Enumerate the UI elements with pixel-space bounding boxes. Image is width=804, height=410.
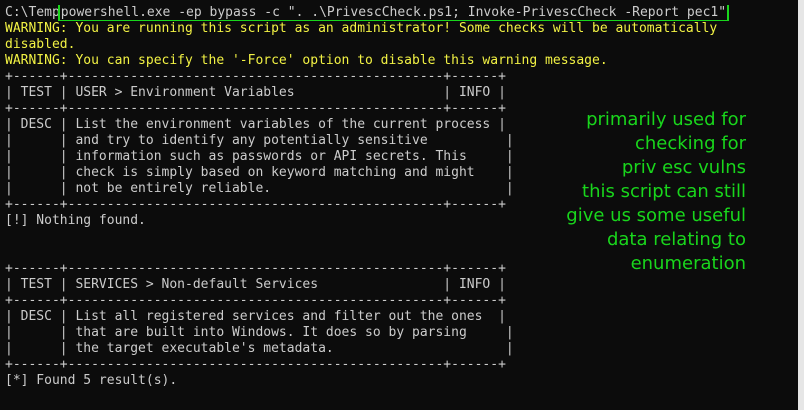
warning-line-1: WARNING: You are running this script as … — [5, 21, 718, 36]
table-header: | TEST | SERVICES > Non-default Services… — [5, 277, 506, 292]
table-desc-line: | DESC | List all registered services an… — [5, 309, 506, 324]
table-desc-line: | | the target executable's metadata. | — [5, 341, 514, 356]
scrollbar[interactable] — [798, 0, 804, 410]
table-border: +------+--------------------------------… — [5, 293, 506, 308]
command-text[interactable]: powershell.exe -ep bypass -c ". .\Prives… — [57, 5, 730, 21]
table-border: +------+--------------------------------… — [5, 357, 506, 372]
table-border: +------+--------------------------------… — [5, 69, 506, 84]
warning-line-3: WARNING: You can specify the '-Force' op… — [5, 53, 608, 68]
annotation-note: primarily used for checking for priv esc… — [566, 109, 746, 274]
table-desc-line: | | that are built into Windows. It does… — [5, 325, 514, 340]
command-content: powershell.exe -ep bypass -c ". .\Prives… — [60, 5, 727, 20]
command-line: C:\Temppowershell.exe -ep bypass -c ". .… — [5, 5, 795, 21]
result-line: [*] Found 5 result(s). — [5, 373, 178, 388]
table-header: | TEST | USER > Environment Variables | … — [5, 85, 506, 100]
warning-line-2: disabled. — [5, 37, 76, 52]
prompt: C:\Temp — [5, 5, 60, 20]
